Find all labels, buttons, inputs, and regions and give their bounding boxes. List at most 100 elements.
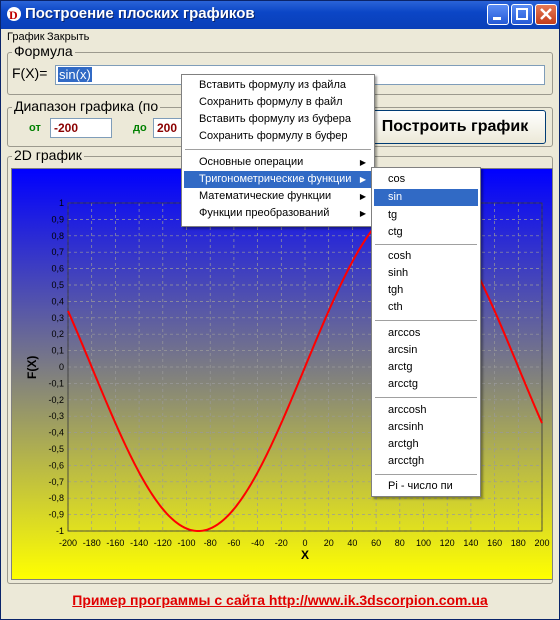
submenu-item-arccos[interactable]: arccos [374,325,478,342]
menu-item-basic-operations[interactable]: Основные операции ▶ [184,154,372,171]
submenu-item-pi[interactable]: Pi - число пи [374,478,478,495]
y-tick-label: 0,7 [51,247,64,257]
menu-item-paste-from-buffer[interactable]: Вставить формулу из буфера [184,111,372,128]
chart-legend: 2D график [12,147,84,163]
menu-item-math-functions[interactable]: Математические функции ▶ [184,188,372,205]
menu-separator [185,149,371,150]
submenu-item-arcsin[interactable]: arcsin [374,342,478,359]
menu-close[interactable]: Закрыть [47,31,89,43]
y-tick-label: 0,8 [51,231,64,241]
submenu-item-sin[interactable]: sin [374,189,478,206]
y-axis-label: F(X) [25,356,39,379]
formula-value: sin(x) [58,67,92,82]
close-button[interactable] [535,4,557,25]
build-graph-button[interactable]: Построить график [364,110,546,144]
y-tick-label: -0,4 [48,428,64,438]
range-from-input[interactable]: -200 [50,118,112,138]
menu-item-label: Функции преобразований [199,207,330,219]
y-tick-label: 0,1 [51,346,64,356]
menu-item-label: Тригонометрические функции [199,173,352,185]
submenu-item-arcsinh[interactable]: arcsinh [374,419,478,436]
range-from-label: от [29,122,41,134]
x-tick-label: 20 [324,538,334,548]
menu-item-save-to-buffer[interactable]: Сохранить формулу в буфер [184,128,372,145]
x-tick-label: -140 [130,538,148,548]
trig-submenu: cos sin tg ctg cosh sinh tgh cth arccos … [371,167,481,497]
y-tick-label: 0,2 [51,329,64,339]
context-menu: Вставить формулу из файла Сохранить форм… [181,74,375,227]
menu-separator [375,244,477,245]
submenu-item-cth[interactable]: cth [374,299,478,316]
menu-item-label: Основные операции [199,156,304,168]
submenu-arrow-icon: ▶ [359,175,366,184]
y-tick-label: -0,9 [48,510,64,520]
submenu-item-arcctg[interactable]: arcctg [374,376,478,393]
x-tick-label: 100 [416,538,431,548]
y-tick-label: -0,5 [48,444,64,454]
submenu-item-cosh[interactable]: cosh [374,248,478,265]
x-tick-label: 180 [511,538,526,548]
x-tick-label: 0 [302,538,307,548]
x-tick-label: -80 [204,538,217,548]
x-tick-label: -40 [251,538,264,548]
submenu-arrow-icon: ▶ [359,209,366,218]
y-tick-label: -0,1 [48,378,64,388]
submenu-item-cos[interactable]: cos [374,171,478,188]
app-logo-icon: D [7,7,21,22]
y-tick-label: -0,2 [48,395,64,405]
y-tick-label: 0,6 [51,264,64,274]
x-axis-label: X [301,548,309,562]
x-tick-label: -180 [83,538,101,548]
x-tick-label: -160 [106,538,124,548]
submenu-item-arctg[interactable]: arctg [374,359,478,376]
formula-legend: Формула [12,43,75,59]
menu-item-trig-functions[interactable]: Тригонометрические функции ▶ [184,171,372,188]
submenu-item-arctgh[interactable]: arctgh [374,436,478,453]
y-tick-label: -0,6 [48,460,64,470]
menu-item-transform-functions[interactable]: Функции преобразований ▶ [184,205,372,222]
y-tick-label: 0,3 [51,313,64,323]
range-to-input[interactable]: 200 [153,118,183,138]
menu-bar: График Закрыть [1,29,559,47]
submenu-item-arccosh[interactable]: arccosh [374,402,478,419]
svg-text:D: D [9,8,18,22]
app-window: D Построение плоских графиков График Зак… [0,0,560,620]
y-tick-label: 0,9 [51,214,64,224]
maximize-icon [516,8,528,20]
x-tick-label: -20 [275,538,288,548]
y-tick-label: -0,7 [48,477,64,487]
x-tick-label: -100 [177,538,195,548]
x-tick-label: -60 [227,538,240,548]
x-tick-label: 140 [463,538,478,548]
formula-label: F(X)= [12,65,48,81]
maximize-button[interactable] [511,4,533,25]
x-tick-label: -120 [154,538,172,548]
menu-graph[interactable]: График [7,31,45,43]
x-tick-label: 40 [347,538,357,548]
y-tick-label: -0,8 [48,493,64,503]
submenu-item-tgh[interactable]: tgh [374,282,478,299]
submenu-item-arcctgh[interactable]: arcctgh [374,453,478,470]
submenu-arrow-icon: ▶ [359,192,366,201]
submenu-item-ctg[interactable]: ctg [374,224,478,241]
window-title: Построение плоских графиков [25,5,255,22]
submenu-item-sinh[interactable]: sinh [374,265,478,282]
menu-item-save-to-file[interactable]: Сохранить формулу в файл [184,94,372,111]
submenu-arrow-icon: ▶ [359,158,366,167]
y-tick-label: 0 [59,362,64,372]
title-bar: D Построение плоских графиков [1,1,559,29]
footer-link[interactable]: Пример программы с сайта http://www.ik.3… [1,592,559,608]
y-tick-label: 1 [59,198,64,208]
y-tick-label: 0,5 [51,280,64,290]
y-tick-label: -1 [56,526,64,536]
x-tick-label: 120 [440,538,455,548]
menu-separator [375,320,477,321]
menu-item-label: Математические функции [199,190,332,202]
y-tick-label: 0,4 [51,296,64,306]
menu-separator [375,474,477,475]
submenu-item-tg[interactable]: tg [374,207,478,224]
minimize-button[interactable] [487,4,509,25]
range-to-label: до [133,122,147,134]
menu-item-paste-from-file[interactable]: Вставить формулу из файла [184,77,372,94]
x-tick-label: 80 [395,538,405,548]
